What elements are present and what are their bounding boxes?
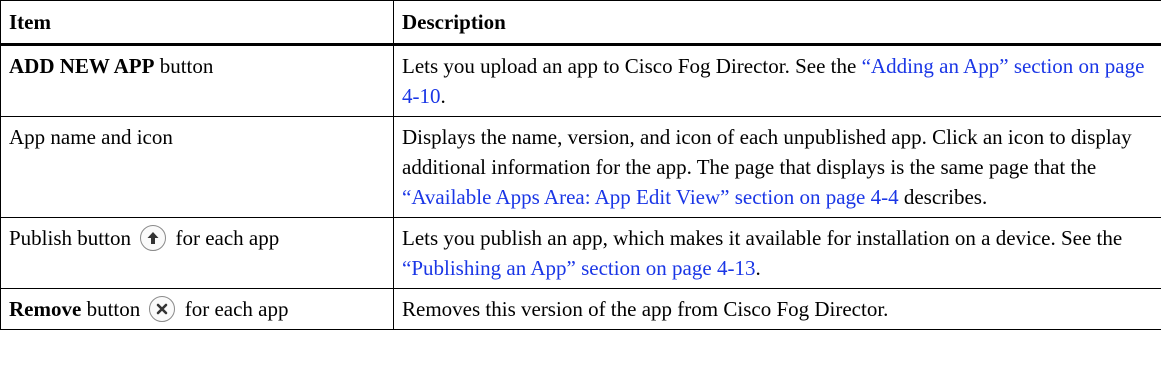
description-cell: Lets you publish an app, which makes it … [393, 217, 1161, 289]
item-cell: Publish button for each app [0, 217, 394, 289]
description-cell: Displays the name, version, and icon of … [393, 116, 1161, 218]
item-bold-label: ADD NEW APP [9, 54, 155, 78]
description-text: Displays the name, version, and icon of … [402, 125, 1132, 179]
table-row: Remove button for each app Removes this … [0, 287, 1161, 331]
description-text: Lets you publish an app, which makes it … [402, 226, 1123, 250]
item-cell: ADD NEW APP button [0, 44, 394, 117]
up-arrow-icon [140, 225, 167, 252]
description-cell: Removes this version of the app from Cis… [393, 287, 1161, 331]
item-label-rest: button [154, 54, 214, 78]
description-text-end: . [755, 256, 761, 280]
table-row: App name and icon Displays the name, ver… [0, 116, 1161, 218]
item-bold-label: Remove [9, 297, 82, 321]
item-label: button [81, 297, 146, 321]
header-description: Description [393, 0, 1161, 46]
item-cell: Remove button for each app [0, 287, 394, 331]
table-row: ADD NEW APP button Lets you upload an ap… [0, 44, 1161, 117]
description-cell: Lets you upload an app to Cisco Fog Dire… [393, 44, 1161, 117]
item-label-rest: for each app [179, 297, 289, 321]
item-label-rest: for each app [170, 226, 280, 250]
remove-x-icon [149, 296, 176, 323]
item-cell: App name and icon [0, 116, 394, 218]
table-row: Publish button for each app Lets you pub… [0, 217, 1161, 289]
description-text-end: . [440, 84, 446, 108]
header-item: Item [0, 0, 394, 46]
available-apps-edit-view-link[interactable]: “Available Apps Area: App Edit View” sec… [402, 185, 899, 209]
publishing-an-app-link[interactable]: “Publishing an App” section on page 4-13 [402, 256, 755, 280]
table-header-row: Item Description [0, 0, 1161, 46]
description-text: Lets you upload an app to Cisco Fog Dire… [402, 54, 862, 78]
description-text-end: describes. [898, 185, 988, 209]
items-description-table: Item Description ADD NEW APP button Lets… [0, 0, 1161, 331]
item-label: Publish button [9, 226, 137, 250]
